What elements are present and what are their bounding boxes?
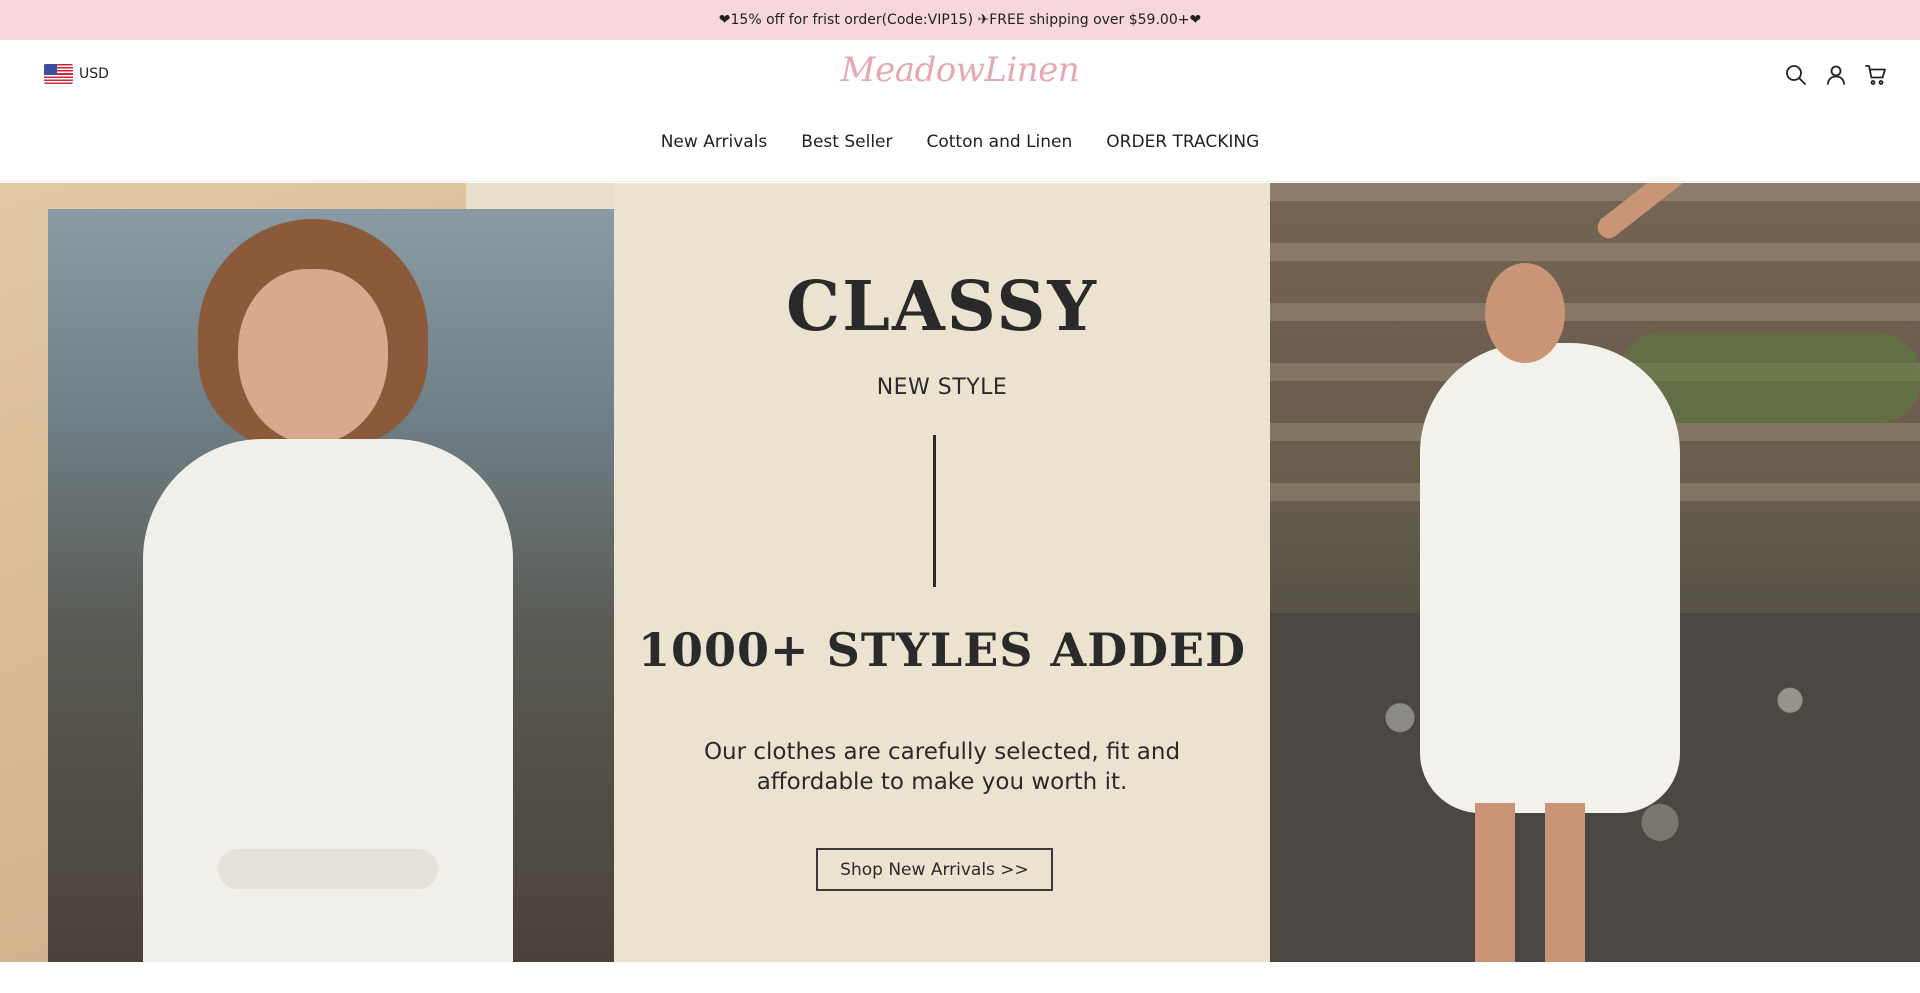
- announcement-bar: ❤15% off for frist order(Code:VIP15) ✈FR…: [0, 0, 1920, 40]
- nav-item-best-seller[interactable]: Best Seller: [801, 132, 892, 152]
- main-nav: New Arrivals Best Seller Cotton and Line…: [0, 132, 1920, 152]
- announcement-text: ❤15% off for frist order(Code:VIP15) ✈FR…: [718, 12, 1202, 28]
- nav-item-cotton-and-linen[interactable]: Cotton and Linen: [927, 132, 1073, 152]
- cart-icon[interactable]: [1864, 60, 1888, 90]
- site-logo[interactable]: MeadowLinen: [0, 50, 1920, 90]
- hero-subheadline: NEW STYLE: [876, 375, 1008, 400]
- vertical-divider: [933, 435, 936, 587]
- nav-item-new-arrivals[interactable]: New Arrivals: [661, 132, 768, 152]
- hero-banner[interactable]: CLASSY NEW STYLE 1000+ STYLES ADDED Our …: [0, 183, 1920, 962]
- hero-left-photo: [0, 183, 614, 962]
- hero-styles-added: 1000+ STYLES ADDED: [638, 623, 1246, 677]
- logo-text: MeadowLinen: [840, 50, 1080, 90]
- hero-right-photo: [1270, 183, 1920, 962]
- account-icon[interactable]: [1824, 60, 1848, 90]
- hero-headline: CLASSY: [786, 267, 1098, 347]
- shop-new-arrivals-button[interactable]: Shop New Arrivals >>: [816, 848, 1053, 891]
- site-header: USD MeadowLinen New Arrivals Best Seller…: [0, 40, 1920, 182]
- search-icon[interactable]: [1784, 60, 1808, 90]
- hero-text-panel: CLASSY NEW STYLE 1000+ STYLES ADDED Our …: [614, 183, 1270, 962]
- model-photo-left: [48, 209, 614, 962]
- header-actions: [1784, 60, 1888, 90]
- nav-item-order-tracking[interactable]: ORDER TRACKING: [1106, 132, 1259, 152]
- hero-tagline: Our clothes are carefully selected, fit …: [703, 739, 1181, 795]
